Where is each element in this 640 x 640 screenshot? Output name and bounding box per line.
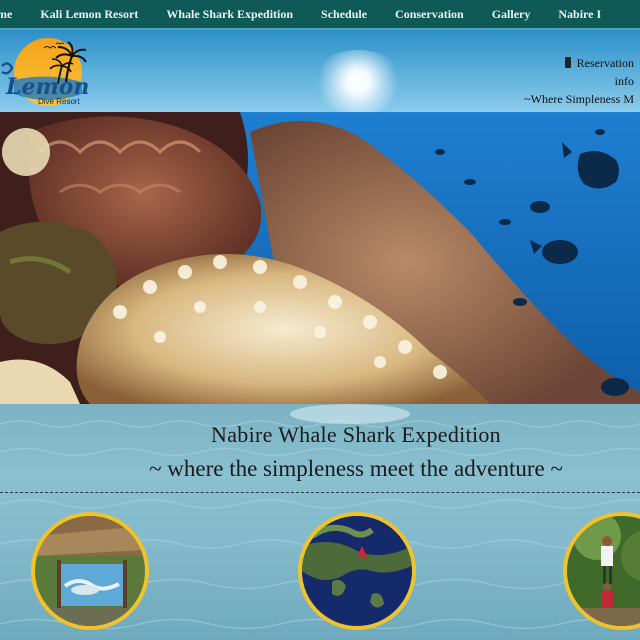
phone-icon bbox=[564, 57, 571, 68]
sun-glare bbox=[310, 50, 406, 112]
nav-item-home[interactable]: me bbox=[0, 7, 12, 22]
resort-logo[interactable]: Lemon Dive Resort bbox=[0, 36, 96, 108]
intro-section: Nabire Whale Shark Expedition ~ where th… bbox=[0, 404, 640, 640]
reservation-label: Reservation bbox=[576, 56, 634, 70]
reservation-line[interactable]: Reservation bbox=[524, 54, 634, 72]
nav-item-whale-shark-expedition[interactable]: Whale Shark Expedition bbox=[166, 7, 293, 22]
site-header: Lemon Dive Resort Reservation info ~Wher… bbox=[0, 30, 640, 112]
page-tagline: ~ where the simpleness meet the adventur… bbox=[149, 456, 563, 481]
header-contact: Reservation info ~Where Simpleness M bbox=[524, 54, 634, 108]
nav-item-nabire[interactable]: Nabire I bbox=[558, 7, 601, 22]
motto-text: ~Where Simpleness M bbox=[524, 92, 634, 106]
nav-item-gallery[interactable]: Gallery bbox=[492, 7, 531, 22]
page-title: Nabire Whale Shark Expedition bbox=[211, 422, 501, 447]
top-nav: me Kali Lemon Resort Whale Shark Expedit… bbox=[0, 0, 640, 30]
info-link[interactable]: info bbox=[524, 72, 634, 90]
dashed-divider bbox=[0, 492, 640, 493]
logo-subtitle: Dive Resort bbox=[38, 97, 81, 106]
nav-item-kali-lemon-resort[interactable]: Kali Lemon Resort bbox=[40, 7, 138, 22]
nav-item-schedule[interactable]: Schedule bbox=[321, 7, 367, 22]
hero-coral-image bbox=[0, 112, 640, 404]
nav-item-conservation[interactable]: Conservation bbox=[395, 7, 464, 22]
gallery-thumb-map[interactable] bbox=[298, 512, 416, 630]
gallery-thumb-resort-sign[interactable] bbox=[31, 512, 149, 630]
